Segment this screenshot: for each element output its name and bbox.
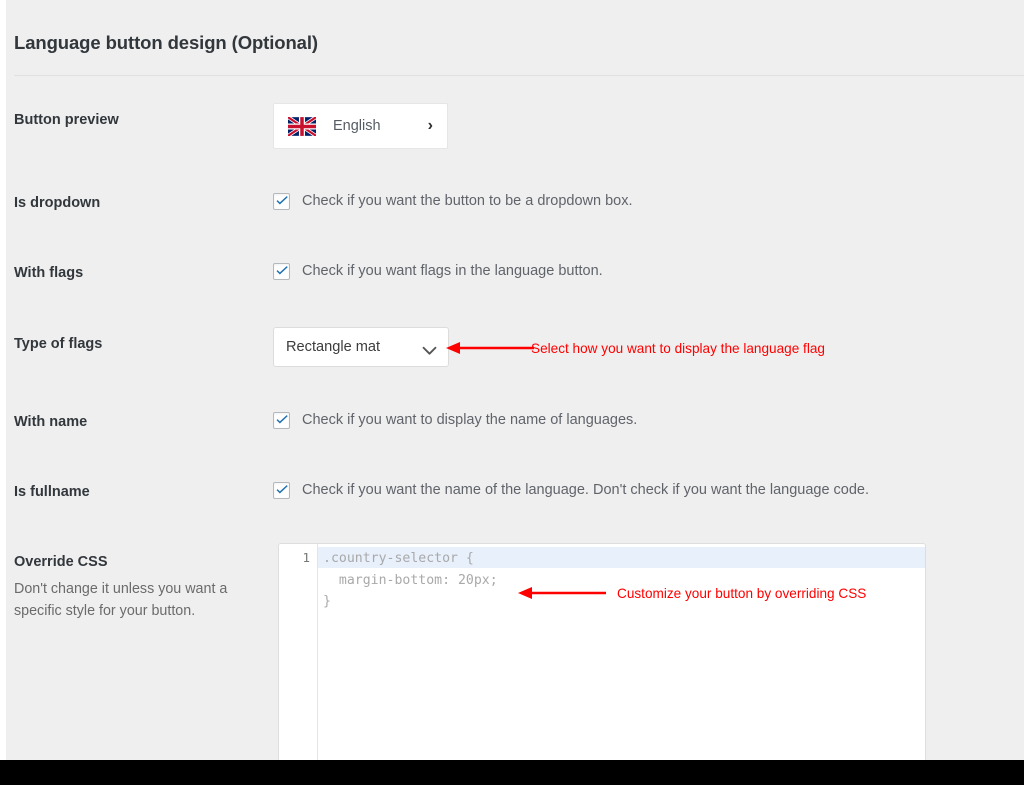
with-name-checkbox[interactable] [273, 412, 290, 429]
row-label-is-dropdown: Is dropdown [14, 195, 264, 211]
is-dropdown-checkbox[interactable] [273, 193, 290, 210]
override-css-editor[interactable]: 1 .country-selector { margin-bottom: 20p… [278, 543, 926, 760]
is-dropdown-description: Check if you want the button to be a dro… [302, 192, 633, 210]
with-name-field: Check if you want to display the name of… [273, 411, 637, 429]
with-flags-checkbox-wrap[interactable]: Check if you want flags in the language … [273, 262, 603, 280]
check-icon [275, 194, 290, 209]
is-fullname-field: Check if you want the name of the langua… [273, 481, 869, 499]
language-button-label: English [333, 118, 422, 134]
language-button-preview[interactable]: English › [273, 103, 448, 149]
with-name-description: Check if you want to display the name of… [302, 411, 637, 429]
with-flags-checkbox[interactable] [273, 263, 290, 280]
row-label-button-preview: Button preview [14, 112, 264, 128]
is-fullname-checkbox[interactable] [273, 482, 290, 499]
chevron-right-icon: › [428, 118, 433, 134]
settings-page: Language button design (Optional) Button… [0, 0, 1024, 785]
annotation-arrow-css [518, 585, 606, 601]
row-label-with-flags: With flags [14, 265, 264, 281]
button-preview-field: English › [273, 103, 448, 149]
page-title: Language button design (Optional) [14, 32, 318, 54]
annotation-arrow-flags [446, 340, 534, 356]
editor-line-number: 1 [302, 550, 310, 565]
check-icon [275, 483, 290, 498]
annotation-text-flags: Select how you want to display the langu… [531, 341, 825, 356]
row-sublabel-override-css: Don't change it unless you want a specif… [14, 578, 246, 622]
is-fullname-checkbox-wrap[interactable]: Check if you want the name of the langua… [273, 481, 869, 499]
with-name-checkbox-wrap[interactable]: Check if you want to display the name of… [273, 411, 637, 429]
bottom-bar [0, 760, 1024, 785]
uk-flag-icon [288, 117, 316, 136]
row-label-with-name: With name [14, 414, 264, 430]
type-of-flags-field: Rectangle mat [273, 327, 449, 367]
row-label-override-css: Override CSS [14, 554, 264, 570]
annotation-text-css: Customize your button by overriding CSS [617, 586, 866, 601]
check-icon [275, 413, 290, 428]
chevron-down-icon [422, 343, 437, 352]
type-of-flags-select[interactable]: Rectangle mat [273, 327, 449, 367]
row-label-type-of-flags: Type of flags [14, 336, 264, 352]
with-flags-description: Check if you want flags in the language … [302, 262, 603, 280]
is-dropdown-checkbox-wrap[interactable]: Check if you want the button to be a dro… [273, 192, 633, 210]
editor-gutter: 1 [279, 544, 318, 760]
language-button-design-panel: Language button design (Optional) Button… [6, 0, 1024, 760]
with-flags-field: Check if you want flags in the language … [273, 262, 603, 280]
header-divider [14, 75, 1024, 76]
type-of-flags-selected-value: Rectangle mat [286, 339, 380, 355]
is-dropdown-field: Check if you want the button to be a dro… [273, 192, 633, 210]
is-fullname-description: Check if you want the name of the langua… [302, 481, 869, 499]
check-icon [275, 264, 290, 279]
override-css-code[interactable]: .country-selector { margin-bottom: 20px;… [323, 548, 498, 613]
row-label-is-fullname: Is fullname [14, 484, 264, 500]
